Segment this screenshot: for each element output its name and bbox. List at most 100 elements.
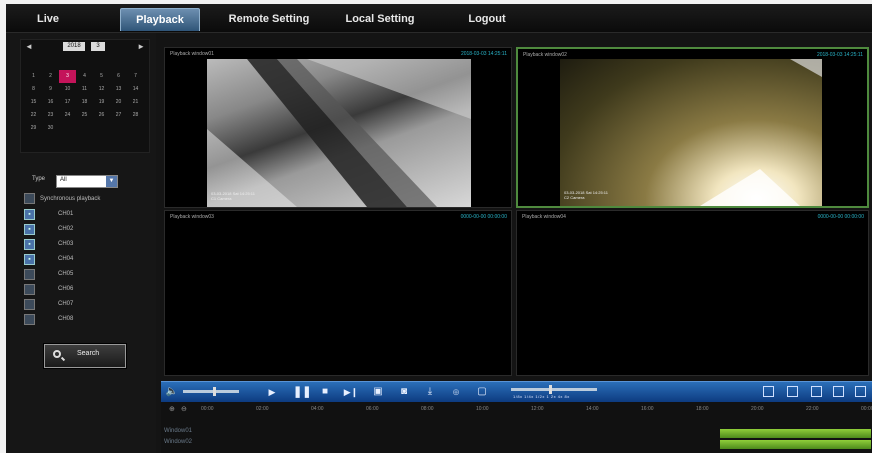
calendar-day <box>110 57 127 70</box>
calendar-day[interactable]: 18 <box>76 96 93 109</box>
calendar-day[interactable]: 28 <box>127 109 144 122</box>
tab-live[interactable]: Live <box>28 8 68 30</box>
calendar-day[interactable]: 10 <box>59 83 76 96</box>
calendar-day[interactable]: 30 <box>42 122 59 135</box>
calendar-day[interactable]: 2 <box>42 70 59 83</box>
calendar-day[interactable]: 5 <box>93 70 110 83</box>
restore-icon[interactable] <box>833 386 844 397</box>
channel-checkbox[interactable]: ▪ <box>24 209 35 220</box>
speed-slider-knob[interactable] <box>549 385 552 394</box>
playback-window-3[interactable]: Playback window03 0000-00-00 00:00:00 <box>164 210 512 376</box>
calendar-day[interactable]: 13 <box>110 83 127 96</box>
channel-checkbox[interactable] <box>24 314 35 325</box>
recording-segment[interactable] <box>719 440 871 449</box>
playback-window-1[interactable]: Playback window01 2018-03-03 14:25:11 03… <box>164 47 512 208</box>
channel-checkbox[interactable]: ▪ <box>24 254 35 265</box>
calendar-day[interactable]: 9 <box>42 83 59 96</box>
clip-icon[interactable]: ▣ <box>371 385 385 399</box>
calendar-day[interactable]: 14 <box>127 83 144 96</box>
recording-segment[interactable] <box>719 429 871 438</box>
calendar-day[interactable]: 3 <box>59 70 76 83</box>
calendar-day[interactable]: 15 <box>25 96 42 109</box>
type-select[interactable]: All ▼ <box>56 175 118 188</box>
playback-window-2[interactable]: Playback window02 2018-03-03 14:25:11 03… <box>516 47 869 208</box>
nine-layout-icon[interactable] <box>811 386 822 397</box>
calendar-day[interactable]: 12 <box>93 83 110 96</box>
quad-layout-icon[interactable] <box>787 386 798 397</box>
calendar: ◄ 2018 3 ► 1 2 3 4 5 6 7 8 9 10 11 12 13 14 15 16 17 18 19… <box>20 39 150 153</box>
calendar-day[interactable]: 20 <box>110 96 127 109</box>
channel-checkbox[interactable] <box>24 284 35 295</box>
single-layout-icon[interactable] <box>763 386 774 397</box>
calendar-day[interactable]: 1 <box>25 70 42 83</box>
arrow-left-icon[interactable]: ◄ <box>25 42 33 51</box>
timeline[interactable]: ⊕ ⊖ 00:00 02:00 04:00 06:00 08:00 10:00 12:00 1… <box>161 402 872 453</box>
window-timestamp: 2018-03-03 14:25:11 <box>460 51 507 57</box>
timeline-tick: 16:00 <box>641 406 654 412</box>
calendar-day[interactable]: 16 <box>42 96 59 109</box>
calendar-day[interactable]: 8 <box>25 83 42 96</box>
calendar-day[interactable]: 7 <box>127 70 144 83</box>
calendar-day <box>76 122 93 135</box>
calendar-day[interactable]: 23 <box>42 109 59 122</box>
camera-icon[interactable]: ◙ <box>397 385 411 399</box>
tab-logout[interactable]: Logout <box>464 8 510 30</box>
volume-icon[interactable]: 🔈 <box>165 385 179 399</box>
zoom-icon[interactable]: ⊕ <box>449 385 463 399</box>
volume-slider-knob[interactable] <box>213 387 216 396</box>
calendar-day[interactable]: 21 <box>127 96 144 109</box>
next-frame-icon[interactable]: ▶❙ <box>343 385 359 399</box>
play-icon[interactable]: ▶ <box>265 385 279 399</box>
type-value: All <box>60 177 67 183</box>
camera-image-1 <box>207 59 471 207</box>
video-frame: 03-03-2018 Sat 14:25:11 C2 Camera <box>560 59 822 206</box>
channel-label: CH02 <box>58 226 74 232</box>
calendar-day[interactable]: 6 <box>110 70 127 83</box>
sync-checkbox[interactable] <box>24 193 35 204</box>
channel-checkbox[interactable]: ▪ <box>24 239 35 250</box>
fullscreen-window-icon[interactable]: ▢ <box>475 385 489 399</box>
calendar-day <box>25 57 42 70</box>
timeline-row[interactable]: Window02 <box>161 439 872 449</box>
download-icon[interactable]: ⤓ <box>423 385 437 399</box>
speed-slider[interactable] <box>511 388 597 391</box>
left-panel: ◄ 2018 3 ► 1 2 3 4 5 6 7 8 9 10 11 12 13 14 15 16 17 18 19… <box>6 33 156 453</box>
stop-icon[interactable]: ■ <box>318 385 332 399</box>
channel-checkbox[interactable] <box>24 269 35 280</box>
timeline-tick: 00:00 <box>201 406 214 412</box>
calendar-day[interactable]: 27 <box>110 109 127 122</box>
top-nav: Live Playback Remote Setting Local Setti… <box>6 4 872 33</box>
calendar-day <box>127 57 144 70</box>
channel-checkbox[interactable]: ▪ <box>24 224 35 235</box>
tab-playback[interactable]: Playback <box>120 8 200 31</box>
chevron-down-icon[interactable]: ▼ <box>106 176 117 187</box>
calendar-day[interactable]: 24 <box>59 109 76 122</box>
calendar-day[interactable]: 11 <box>76 83 93 96</box>
camera-image-2 <box>700 59 822 206</box>
volume-slider[interactable] <box>183 390 239 393</box>
calendar-day[interactable]: 4 <box>76 70 93 83</box>
calendar-day[interactable]: 22 <box>25 109 42 122</box>
calendar-day[interactable]: 19 <box>93 96 110 109</box>
calendar-day[interactable]: 29 <box>25 122 42 135</box>
calendar-month[interactable]: 3 <box>91 42 105 51</box>
arrow-right-icon[interactable]: ► <box>137 42 145 51</box>
tab-local-setting[interactable]: Local Setting <box>340 8 420 30</box>
calendar-day[interactable]: 26 <box>93 109 110 122</box>
channel-checkbox[interactable] <box>24 299 35 310</box>
search-icon <box>53 350 61 358</box>
channel-label: CH01 <box>58 211 74 217</box>
pause-icon[interactable]: ❚❚ <box>293 385 311 399</box>
calendar-day[interactable]: 25 <box>76 109 93 122</box>
tab-remote-setting[interactable]: Remote Setting <box>224 8 314 30</box>
timeline-row[interactable]: Window01 <box>161 428 872 438</box>
fullscreen-icon[interactable] <box>855 386 866 397</box>
window-label: Playback window01 <box>170 51 214 57</box>
playback-window-4[interactable]: Playback window04 0000-00-00 00:00:00 <box>516 210 869 376</box>
calendar-day[interactable]: 17 <box>59 96 76 109</box>
search-button[interactable]: Search <box>44 344 126 368</box>
calendar-day <box>93 57 110 70</box>
window-label: Playback window03 <box>170 214 214 220</box>
calendar-year[interactable]: 2018 <box>63 42 85 51</box>
calendar-days: 1 2 3 4 5 6 7 8 9 10 11 12 13 14 15 16 17 18 19 20 21 22 23 24 2… <box>25 57 145 135</box>
